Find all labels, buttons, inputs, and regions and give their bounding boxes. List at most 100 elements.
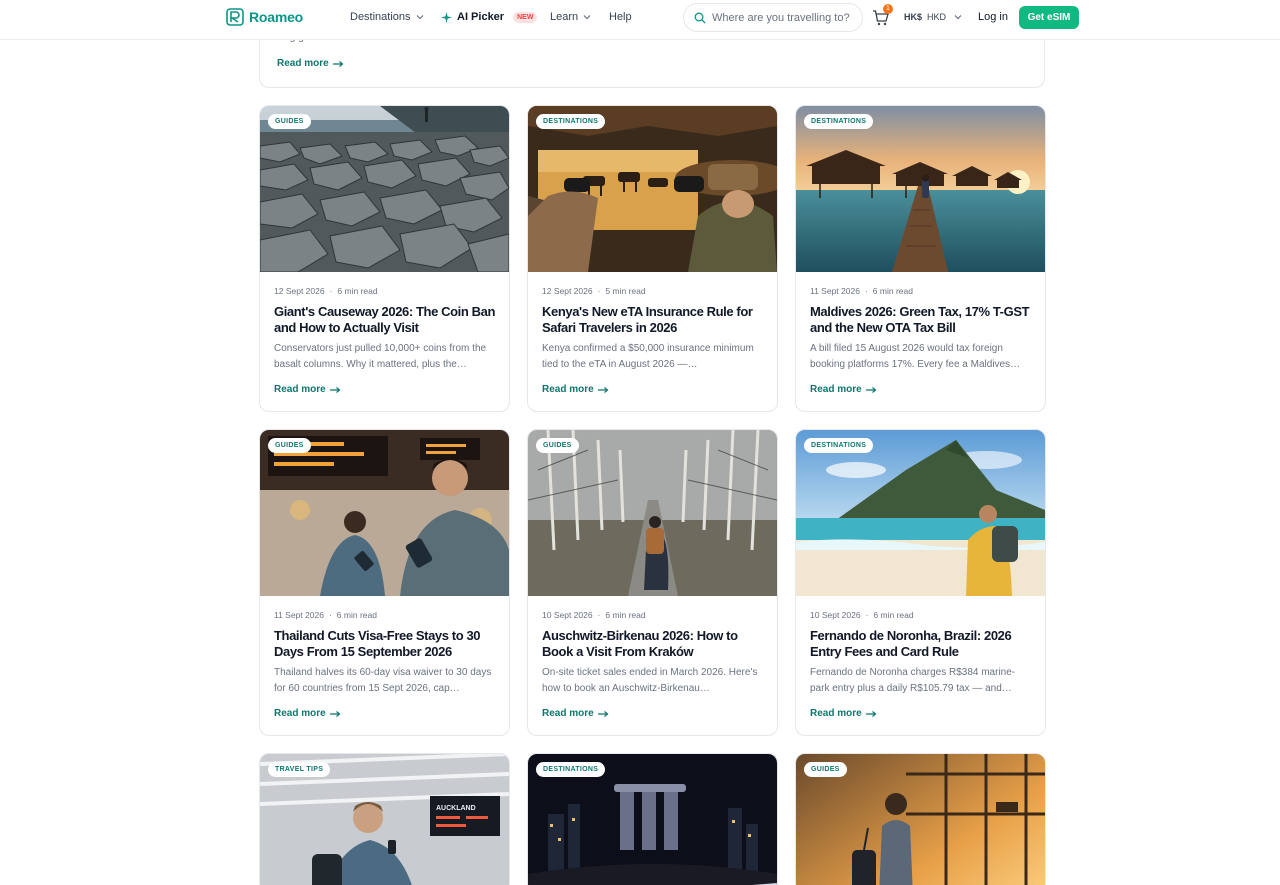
- article-card[interactable]: DESTINATIONS 10 Sept 2026 · 6 min read F…: [795, 429, 1046, 736]
- read-more-label: Read more: [274, 384, 326, 395]
- article-read-time: 6 min read: [873, 610, 914, 620]
- article-excerpt: Fernando de Noronha charges R$384 marine…: [810, 667, 1016, 694]
- brand-name: Roameo: [249, 9, 304, 25]
- nav-ai-picker[interactable]: AI Picker NEW: [441, 11, 538, 23]
- read-more-link[interactable]: Read more: [274, 708, 341, 719]
- currency-code: HKD: [927, 12, 947, 22]
- arrow-right-icon: [329, 710, 341, 717]
- chevron-down-icon: [583, 15, 591, 20]
- article-image[interactable]: AUCKLAND TRAVEL TIPS: [260, 754, 509, 885]
- article-date: 11 Sept 2026: [810, 286, 860, 296]
- read-more-label: Read more: [274, 708, 326, 719]
- article-card[interactable]: DESTINATIONS: [527, 753, 778, 885]
- meta-separator: ·: [329, 286, 333, 296]
- article-read-time: 6 min read: [605, 610, 646, 620]
- article-image[interactable]: DESTINATIONS: [796, 430, 1045, 596]
- currency-symbol: HK$: [904, 12, 923, 22]
- arrow-right-icon: [332, 60, 344, 67]
- new-badge: NEW: [513, 11, 538, 23]
- brand-logo[interactable]: Roameo: [226, 8, 303, 26]
- arrow-right-icon: [865, 710, 877, 717]
- nav-learn[interactable]: Learn: [550, 11, 591, 23]
- article-read-time: 5 min read: [605, 286, 646, 296]
- nav-help-label: Help: [609, 11, 632, 23]
- chevron-down-icon: [416, 15, 423, 20]
- meta-separator: ·: [865, 610, 869, 620]
- article-image[interactable]: DESTINATIONS: [796, 106, 1045, 272]
- article-meta: 10 Sept 2026 · 6 min read: [542, 610, 646, 620]
- read-more-link[interactable]: Read more: [810, 708, 877, 719]
- category-tag: DESTINATIONS: [804, 114, 874, 129]
- article-date: 11 Sept 2026: [274, 610, 324, 620]
- arrow-right-icon: [597, 710, 609, 717]
- article-card[interactable]: DESTINATIONS 12 Sept 2026 · 5 min read K…: [527, 105, 778, 412]
- currency-selector[interactable]: HK$ HKD: [904, 12, 962, 22]
- category-tag: DESTINATIONS: [536, 762, 606, 777]
- cart-count-badge: 1: [883, 4, 893, 14]
- category-tag: GUIDES: [268, 438, 311, 453]
- article-image[interactable]: GUIDES: [796, 754, 1045, 885]
- article-card[interactable]: GUIDES 11 Sept 2026 · 6 min read Thailan…: [259, 429, 510, 736]
- article-image[interactable]: GUIDES: [528, 430, 777, 596]
- login-link[interactable]: Log in: [978, 11, 1008, 23]
- read-more-link[interactable]: Read more: [542, 384, 609, 395]
- read-more-label: Read more: [542, 708, 594, 719]
- article-title[interactable]: Kenya's New eTA Insurance Rule for Safar…: [542, 304, 767, 336]
- nav-ai-picker-label: AI Picker: [457, 11, 505, 23]
- read-more-label: Read more: [810, 708, 862, 719]
- article-card[interactable]: GUIDES 12 Sept 2026 · 6 min read Giant's…: [259, 105, 510, 412]
- category-tag: GUIDES: [536, 438, 579, 453]
- article-read-time: 6 min read: [336, 610, 377, 620]
- read-more-link[interactable]: Read more: [810, 384, 877, 395]
- read-more-label: Read more: [277, 58, 329, 69]
- article-meta: 11 Sept 2026 · 6 min read: [810, 286, 913, 296]
- article-excerpt: Kenya confirmed a $50,000 insurance mini…: [542, 343, 754, 370]
- article-card[interactable]: AUCKLAND TRAVEL TIPS: [259, 753, 510, 885]
- search-bar[interactable]: [683, 3, 863, 32]
- nav-help[interactable]: Help: [609, 11, 632, 23]
- arrow-right-icon: [597, 386, 609, 393]
- search-input[interactable]: [712, 11, 852, 24]
- article-title[interactable]: Fernando de Noronha, Brazil: 2026 Entry …: [810, 628, 1035, 660]
- article-image[interactable]: GUIDES: [260, 106, 509, 272]
- article-card[interactable]: DESTINATIONS 11 Sept 2026 · 6 min read M…: [795, 105, 1046, 412]
- article-date: 10 Sept 2026: [542, 610, 593, 620]
- article-image[interactable]: DESTINATIONS: [528, 106, 777, 272]
- search-icon: [694, 12, 706, 23]
- read-more-link[interactable]: Read more: [542, 708, 609, 719]
- nav-learn-label: Learn: [550, 11, 579, 23]
- meta-separator: ·: [864, 286, 868, 296]
- article-title[interactable]: Auschwitz-Birkenau 2026: How to Book a V…: [542, 628, 767, 660]
- article-title[interactable]: Giant's Causeway 2026: The Coin Ban and …: [274, 304, 499, 336]
- category-tag: TRAVEL TIPS: [268, 762, 331, 777]
- read-more-label: Read more: [810, 384, 862, 395]
- nav-destinations[interactable]: Destinations: [350, 11, 424, 23]
- category-tag: GUIDES: [804, 762, 847, 777]
- read-more-link[interactable]: Read more: [274, 384, 341, 395]
- arrow-right-icon: [329, 386, 341, 393]
- meta-separator: ·: [328, 610, 332, 620]
- article-card[interactable]: GUIDES: [795, 753, 1046, 885]
- chevron-down-icon: [954, 15, 962, 20]
- article-excerpt: Thailand halves its 60-day visa waiver t…: [274, 667, 492, 694]
- category-tag: GUIDES: [268, 114, 311, 129]
- article-date: 12 Sept 2026: [542, 286, 593, 296]
- article-card[interactable]: GUIDES 10 Sept 2026 · 6 min read Auschwi…: [527, 429, 778, 736]
- get-esim-button[interactable]: Get eSIM: [1019, 6, 1079, 29]
- read-more-label: Read more: [542, 384, 594, 395]
- read-more-link[interactable]: Read more: [277, 58, 344, 69]
- article-title[interactable]: Maldives 2026: Green Tax, 17% T-GST and …: [810, 304, 1035, 336]
- article-meta: 10 Sept 2026 · 6 min read: [810, 610, 914, 620]
- article-meta: 12 Sept 2026 · 6 min read: [274, 286, 378, 296]
- arrow-right-icon: [865, 386, 877, 393]
- roameo-logo-icon: [226, 8, 244, 26]
- article-excerpt: A bill filed 15 August 2026 would tax fo…: [810, 343, 1021, 370]
- article-date: 10 Sept 2026: [810, 610, 861, 620]
- meta-separator: ·: [597, 610, 601, 620]
- sparkle-icon: [441, 11, 452, 23]
- article-title[interactable]: Thailand Cuts Visa-Free Stays to 30 Days…: [274, 628, 499, 660]
- article-image[interactable]: GUIDES: [260, 430, 509, 596]
- article-meta: 11 Sept 2026 · 6 min read: [274, 610, 377, 620]
- article-image[interactable]: DESTINATIONS: [528, 754, 777, 885]
- article-read-time: 6 min read: [872, 286, 913, 296]
